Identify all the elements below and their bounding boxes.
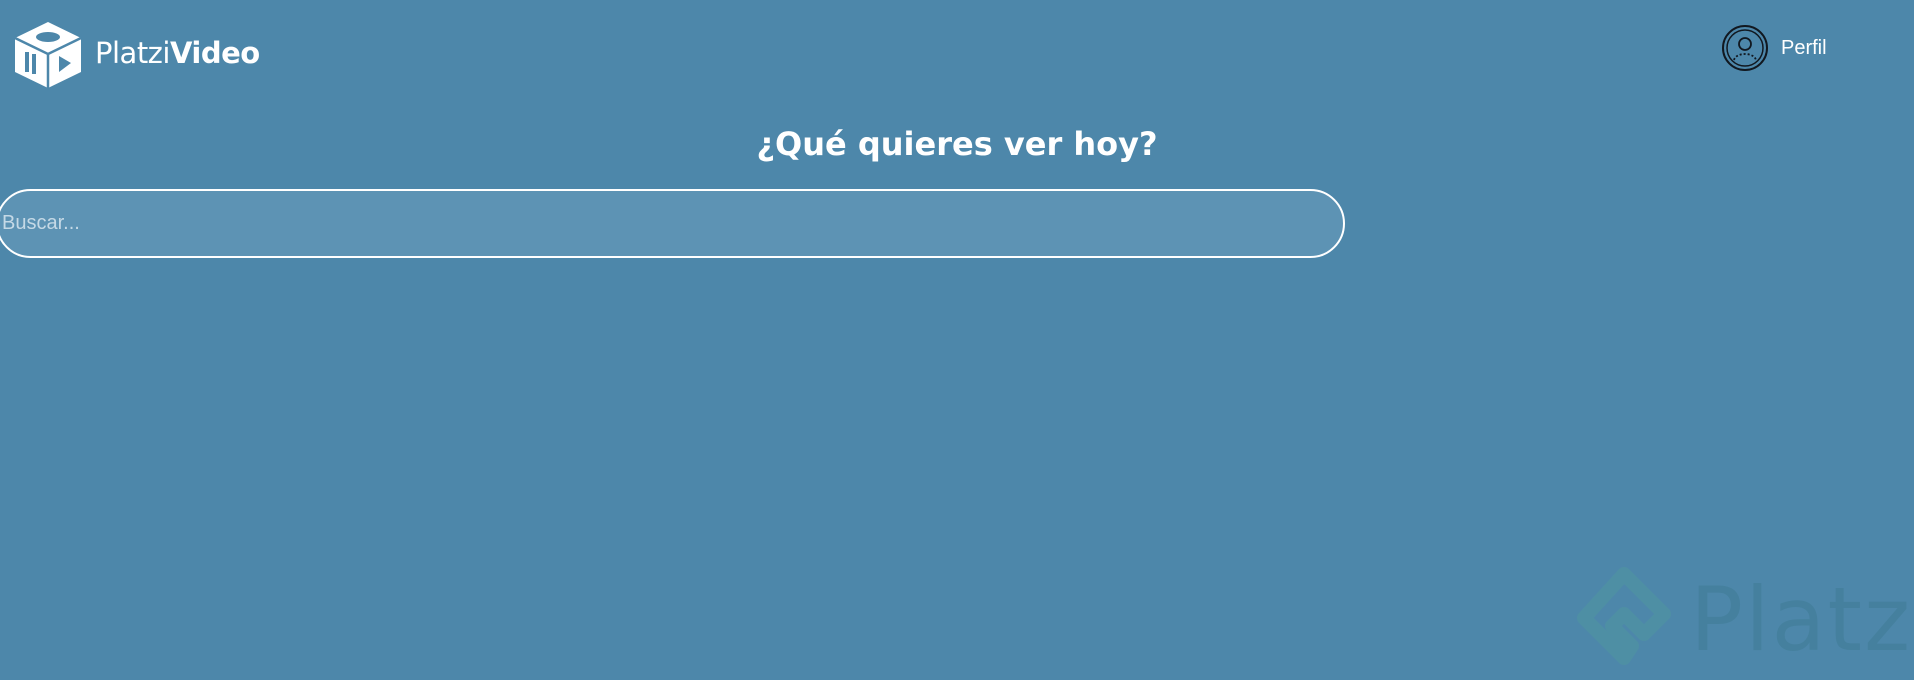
platzi-watermark: Platzi [1572,566,1914,674]
logo-wordmark: PlatziVideo [95,35,260,70]
profile-menu[interactable]: Perfil [1721,24,1827,72]
platzi-video-logo[interactable]: PlatziVideo [13,20,260,90]
platzi-logo-icon [1577,567,1671,665]
platzi-video-cube-icon [14,22,82,88]
page-title: ¿Qué quieres ver hoy? [756,125,1158,163]
logo-text-light: Platzi [95,35,170,70]
user-avatar-icon [1722,25,1768,71]
watermark-text: Platzi [1690,568,1914,671]
logo-text-bold: Video [169,35,260,70]
search-input[interactable] [0,189,1345,258]
site-header: PlatziVideo Perfil [0,0,1914,100]
profile-label: Perfil [1781,36,1827,59]
